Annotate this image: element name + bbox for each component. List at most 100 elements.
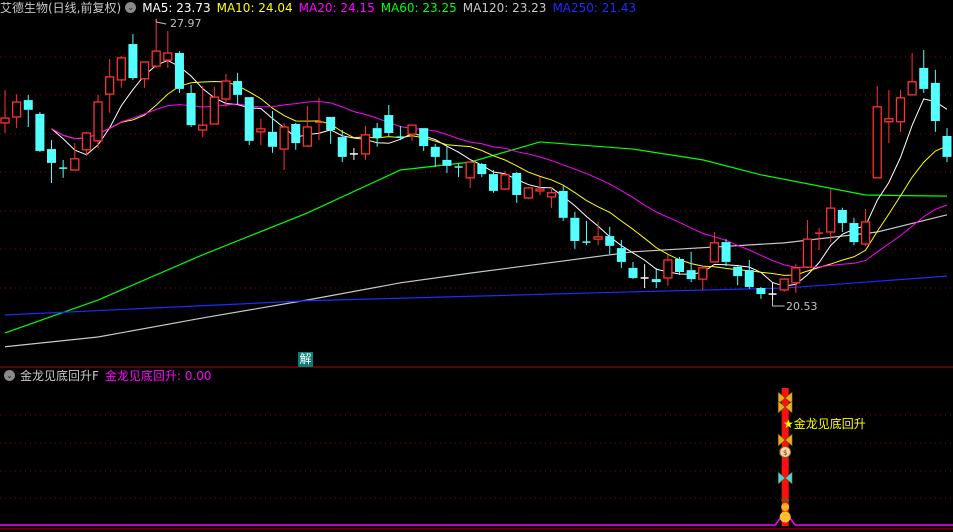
candle[interactable] <box>442 146 452 173</box>
candle[interactable] <box>407 124 417 141</box>
candlesticks <box>0 22 952 301</box>
candle[interactable] <box>907 53 917 96</box>
candle[interactable] <box>895 90 906 132</box>
indicator-value: 金龙见底回升: 0.00 <box>104 369 212 383</box>
candle[interactable] <box>233 72 243 104</box>
ma5-line <box>51 59 948 287</box>
candle[interactable] <box>23 94 33 128</box>
ma120-line <box>4 214 948 348</box>
candle[interactable] <box>744 260 754 289</box>
candle[interactable] <box>279 122 289 170</box>
candle[interactable] <box>942 128 952 163</box>
candle-body <box>430 146 440 157</box>
candle[interactable] <box>593 221 603 246</box>
candle[interactable] <box>930 69 940 132</box>
candle[interactable] <box>384 104 394 136</box>
candle[interactable] <box>430 143 440 167</box>
candle[interactable] <box>605 226 615 255</box>
candle[interactable] <box>686 251 696 283</box>
candle-body <box>128 44 138 79</box>
candle-body <box>849 223 859 243</box>
candle[interactable] <box>105 58 115 113</box>
candle[interactable] <box>93 94 103 148</box>
candle[interactable] <box>256 118 266 145</box>
candle[interactable] <box>837 207 847 233</box>
candle-body <box>686 270 696 280</box>
candle[interactable] <box>465 161 475 188</box>
candle[interactable] <box>302 106 313 147</box>
candle[interactable] <box>128 33 138 80</box>
candle[interactable] <box>756 286 766 299</box>
candle[interactable] <box>733 266 743 286</box>
candle[interactable] <box>709 232 720 263</box>
candle[interactable] <box>47 140 57 184</box>
candle[interactable] <box>174 51 184 94</box>
candle[interactable] <box>11 94 22 129</box>
candle-body <box>826 207 836 233</box>
candle[interactable] <box>675 257 685 275</box>
candle-body <box>70 158 80 171</box>
candle[interactable] <box>209 87 219 125</box>
candle[interactable] <box>116 56 126 88</box>
candle[interactable] <box>291 122 301 150</box>
money-bag-icon: $ <box>779 446 792 458</box>
candle[interactable] <box>523 186 533 200</box>
candle[interactable] <box>0 90 10 133</box>
candle[interactable] <box>640 264 649 289</box>
candle[interactable] <box>558 186 568 221</box>
candle[interactable] <box>151 22 161 68</box>
chevron-down-icon[interactable]: ⌄ <box>125 2 137 13</box>
candle[interactable] <box>698 267 708 290</box>
candle[interactable] <box>35 112 45 153</box>
candle[interactable] <box>244 97 254 145</box>
candle[interactable] <box>802 220 813 268</box>
candle[interactable] <box>768 282 777 301</box>
ma-label-3[interactable]: MA60: 23.25 <box>381 1 457 15</box>
candle-body <box>477 164 487 175</box>
candle-body <box>512 172 522 196</box>
candle[interactable] <box>198 85 208 138</box>
ma-label-1[interactable]: MA10: 24.04 <box>217 1 293 15</box>
candle[interactable] <box>570 211 580 249</box>
candle[interactable] <box>919 50 929 94</box>
candle[interactable] <box>186 84 196 128</box>
candle[interactable] <box>419 128 429 151</box>
candle[interactable] <box>488 169 498 193</box>
candle[interactable] <box>791 264 801 293</box>
candle[interactable] <box>454 164 463 178</box>
candle[interactable] <box>721 239 731 267</box>
candle[interactable] <box>349 147 358 160</box>
candle[interactable] <box>360 125 371 160</box>
candle[interactable] <box>59 159 68 178</box>
candle[interactable] <box>826 189 836 243</box>
candle-body <box>837 209 847 224</box>
candle[interactable] <box>663 254 673 286</box>
candle[interactable] <box>337 129 347 163</box>
candle[interactable] <box>884 90 894 144</box>
candle[interactable] <box>267 110 277 153</box>
explain-button[interactable]: 解 <box>298 352 313 367</box>
candle[interactable] <box>512 171 522 203</box>
candle[interactable] <box>582 220 591 246</box>
candle[interactable] <box>651 267 661 289</box>
candle[interactable] <box>860 208 871 246</box>
candle[interactable] <box>628 261 638 280</box>
candle[interactable] <box>779 277 789 292</box>
candle[interactable] <box>535 177 545 196</box>
candle-body <box>93 101 103 142</box>
candle[interactable] <box>872 85 882 179</box>
ma-label-4[interactable]: MA120: 23.23 <box>463 1 547 15</box>
candle-body <box>139 61 150 80</box>
candle-body <box>11 101 22 118</box>
candle[interactable] <box>139 61 150 88</box>
ma-label-0[interactable]: MA5: 23.73 <box>142 1 210 15</box>
candle[interactable] <box>500 171 510 191</box>
indicator-line <box>0 516 953 526</box>
ma-label-5[interactable]: MA250: 21.43 <box>552 1 636 15</box>
ma-label-2[interactable]: MA20: 24.15 <box>299 1 375 15</box>
indicator-panel[interactable]: $ <box>0 388 953 530</box>
candle[interactable] <box>477 162 487 178</box>
candle[interactable] <box>616 239 626 268</box>
chevron-down-icon[interactable]: ⌄ <box>4 370 15 381</box>
candle[interactable] <box>849 217 859 246</box>
